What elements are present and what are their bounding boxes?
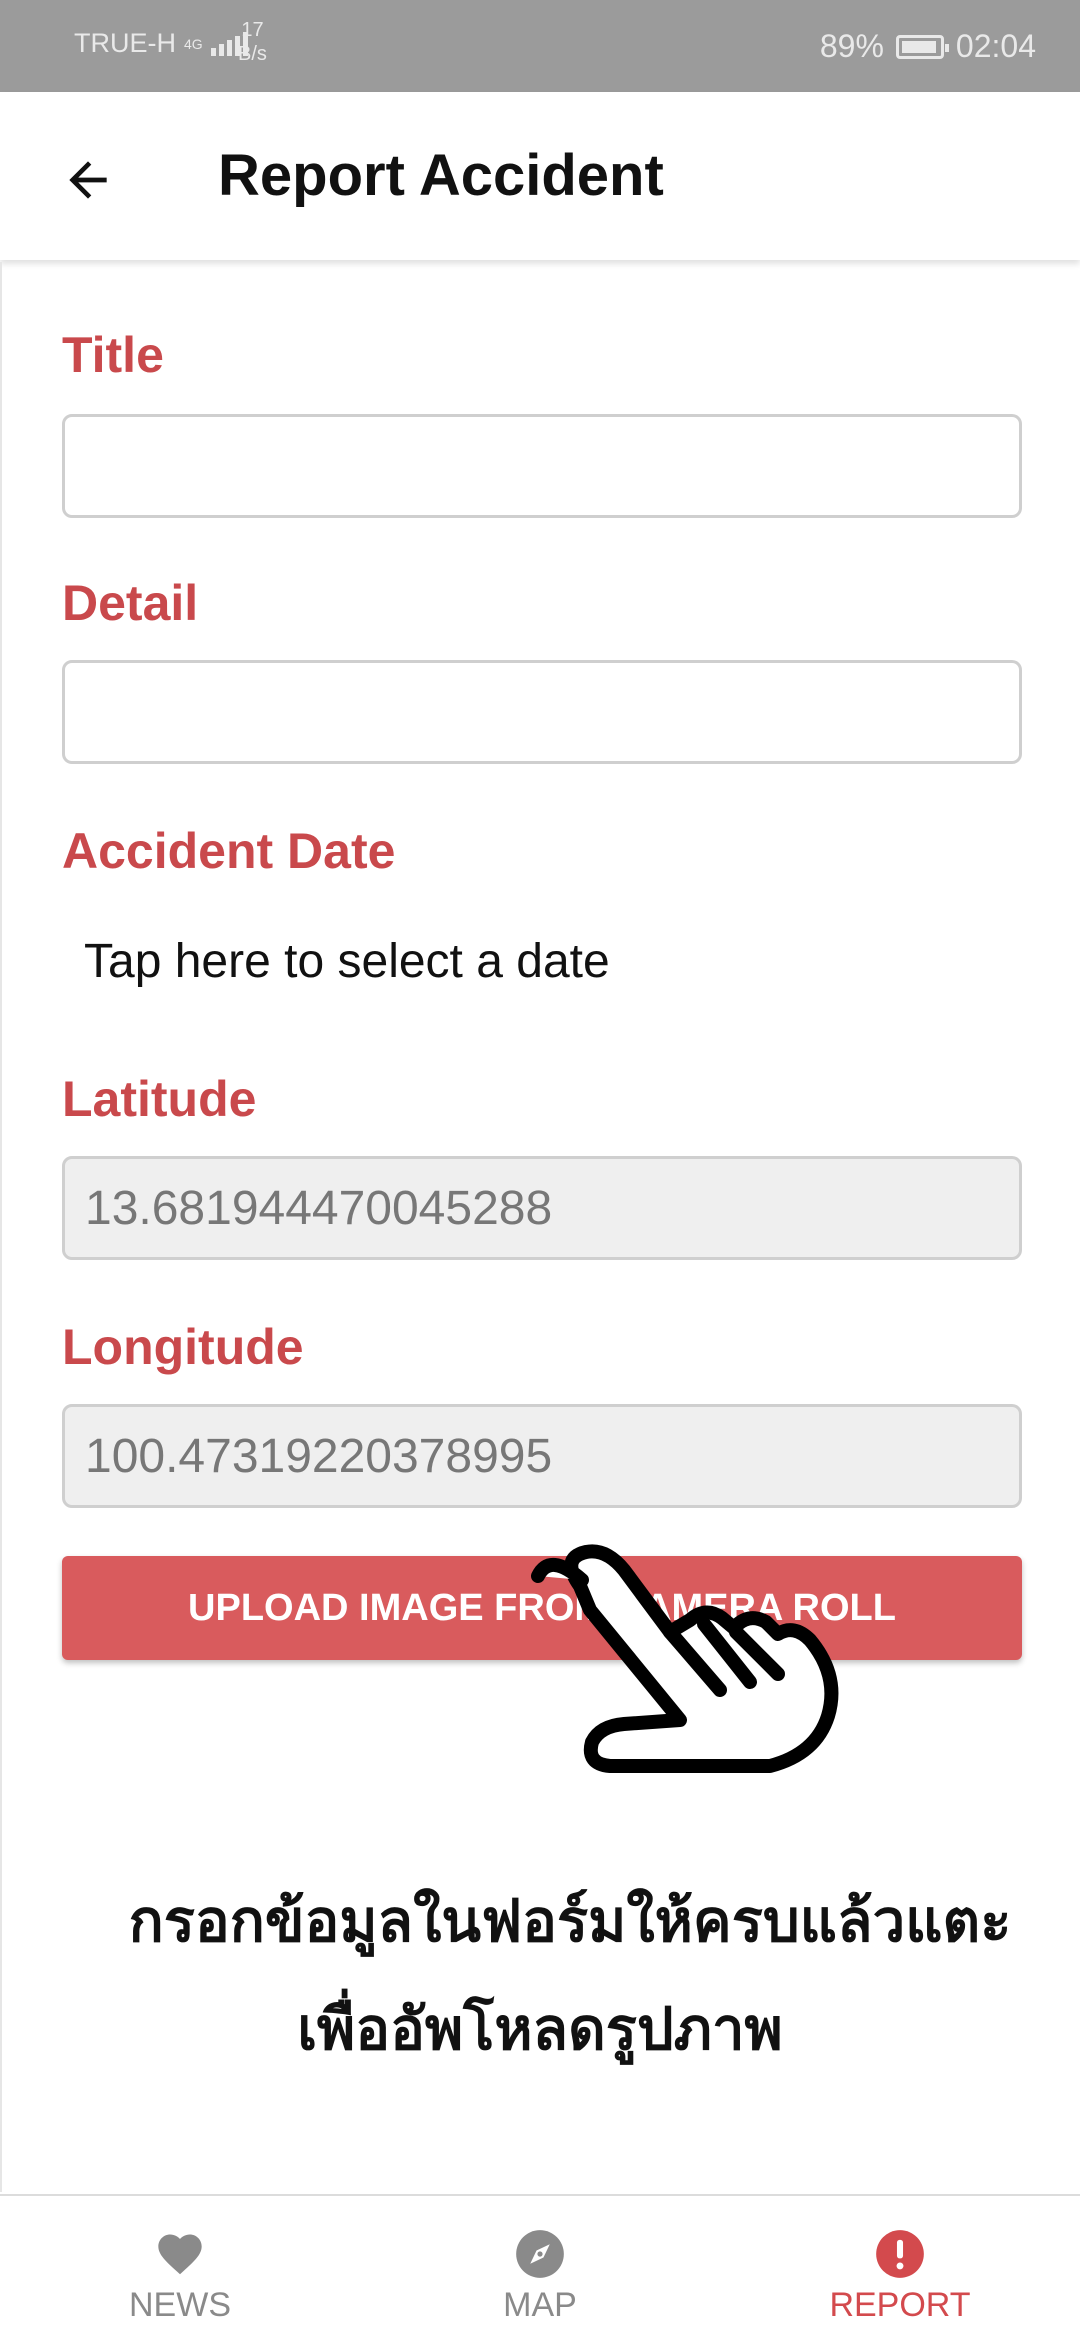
- hint-line-1: กรอกข้อมูลในฟอร์มให้ครบแล้วแตะ: [128, 1889, 1012, 1954]
- accident-date-label: Accident Date: [62, 823, 396, 879]
- network-speed-unit: B/s: [238, 43, 267, 65]
- status-left: TRUE-H 4G: [74, 28, 248, 59]
- heart-icon: [158, 2234, 202, 2275]
- date-picker[interactable]: Tap here to select a date: [84, 934, 610, 989]
- carrier-name: TRUE-H: [74, 28, 176, 58]
- battery-icon: [895, 34, 949, 59]
- title-input[interactable]: [62, 414, 1022, 518]
- pointing-hand-icon: [531, 1544, 839, 1773]
- status-right: 89% 02:04: [820, 28, 1036, 65]
- title-label: Title: [62, 327, 164, 383]
- nav-report[interactable]: REPORT: [720, 2196, 1080, 2342]
- battery-percent: 89%: [819, 28, 884, 64]
- status-bar: TRUE-H 4G 17 B/s 89% 02:04: [0, 0, 1080, 92]
- longitude-label: Longitude: [62, 1319, 304, 1375]
- back-button[interactable]: [52, 144, 124, 216]
- detail-label: Detail: [62, 575, 199, 631]
- nav-news-label: NEWS: [129, 2286, 231, 2324]
- bottom-navigation: NEWS MAP REPORT: [0, 2194, 1080, 2342]
- alert-icon: [876, 2230, 924, 2278]
- instruction-hint: กรอกข้อมูลในฟอร์มให้ครบแล้วแตะ เพื่ออัพโ…: [0, 1868, 1080, 2084]
- nav-news[interactable]: NEWS: [0, 2196, 360, 2342]
- hint-line-2: เพื่ออัพโหลดรูปภาพ: [297, 1997, 783, 2062]
- nav-map-label: MAP: [503, 2286, 577, 2324]
- nav-report-label: REPORT: [829, 2286, 971, 2324]
- network-speed-value: 17: [241, 19, 264, 41]
- network-speed: 17 B/s: [238, 18, 267, 66]
- longitude-field: [62, 1404, 1022, 1508]
- latitude-field: [62, 1156, 1022, 1260]
- latitude-label: Latitude: [62, 1071, 257, 1127]
- clock: 02:04: [955, 28, 1036, 64]
- detail-input[interactable]: [62, 660, 1022, 764]
- page-title: Report Accident: [218, 143, 664, 208]
- compass-icon: [516, 2230, 564, 2278]
- nav-map[interactable]: MAP: [360, 2196, 720, 2342]
- network-type: 4G: [184, 35, 203, 52]
- app-bar: Report Accident: [0, 92, 1080, 260]
- arrow-left-icon: [69, 161, 107, 199]
